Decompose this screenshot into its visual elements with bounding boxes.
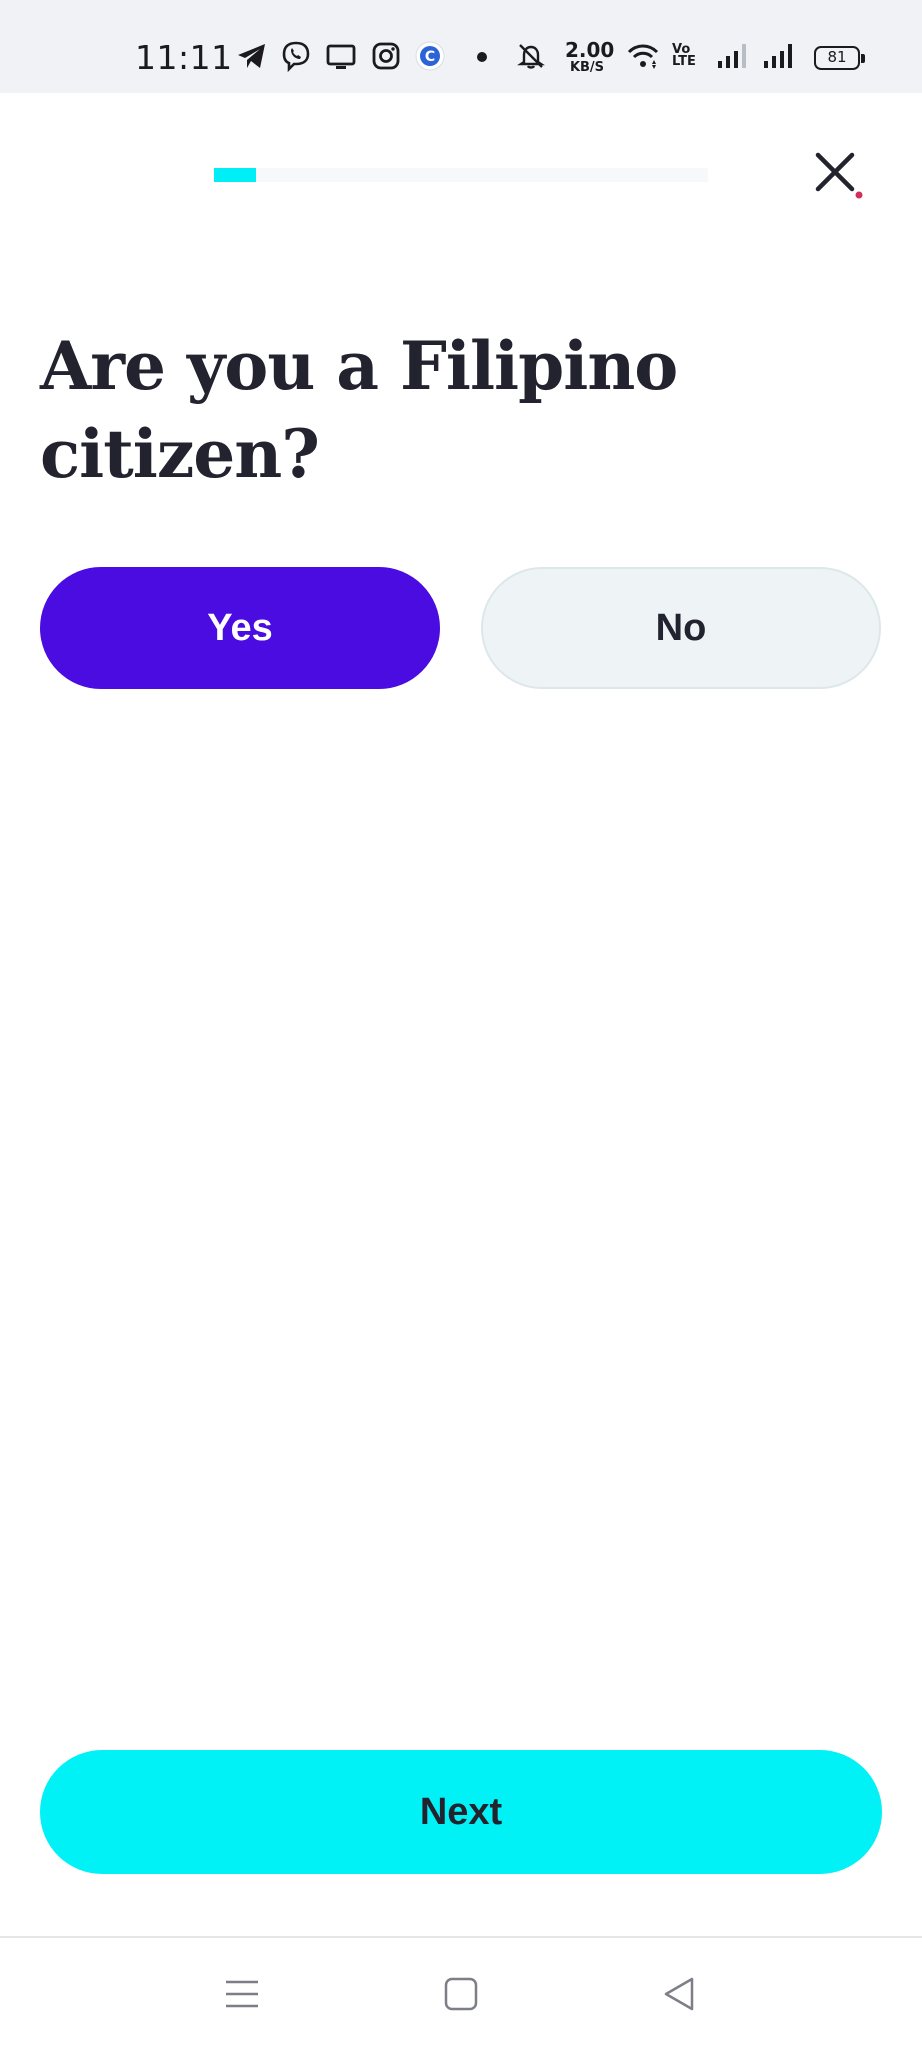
close-icon (815, 152, 855, 192)
status-time: 11:11 (135, 38, 233, 77)
viber-icon (282, 41, 310, 72)
back-triangle-icon[interactable] (660, 1974, 700, 2014)
c-app-icon: C (415, 41, 445, 71)
progress-bar (214, 168, 708, 182)
next-button[interactable]: Next (40, 1750, 882, 1874)
home-square-icon[interactable] (441, 1974, 481, 2014)
instagram-icon (372, 42, 400, 70)
wifi-icon (627, 44, 659, 69)
telegram-icon (238, 44, 265, 68)
progress-bar-fill (214, 168, 256, 182)
muted-bell-icon (517, 44, 545, 69)
notification-dot (855, 191, 863, 199)
yes-button[interactable]: Yes (40, 567, 440, 689)
notification-dot-icon (477, 52, 487, 62)
signal-icon (718, 44, 746, 68)
screen-cast-icon (326, 44, 356, 69)
volte-indicator: Vo LTE (672, 42, 696, 69)
close-button[interactable] (808, 145, 864, 201)
battery-icon: 81 (814, 46, 865, 70)
signal-icon (764, 44, 792, 68)
navigation-bar (0, 1936, 922, 2048)
svg-text:C: C (425, 49, 435, 65)
question-title: Are you a Filipino citizen? (40, 327, 678, 493)
menu-icon[interactable] (222, 1974, 262, 2014)
network-speed: 2.00 KB/S (565, 38, 615, 75)
no-button[interactable]: No (481, 567, 881, 689)
status-bar: 11:11 C 2.00 KB/S Vo LTE 81 (0, 0, 922, 93)
